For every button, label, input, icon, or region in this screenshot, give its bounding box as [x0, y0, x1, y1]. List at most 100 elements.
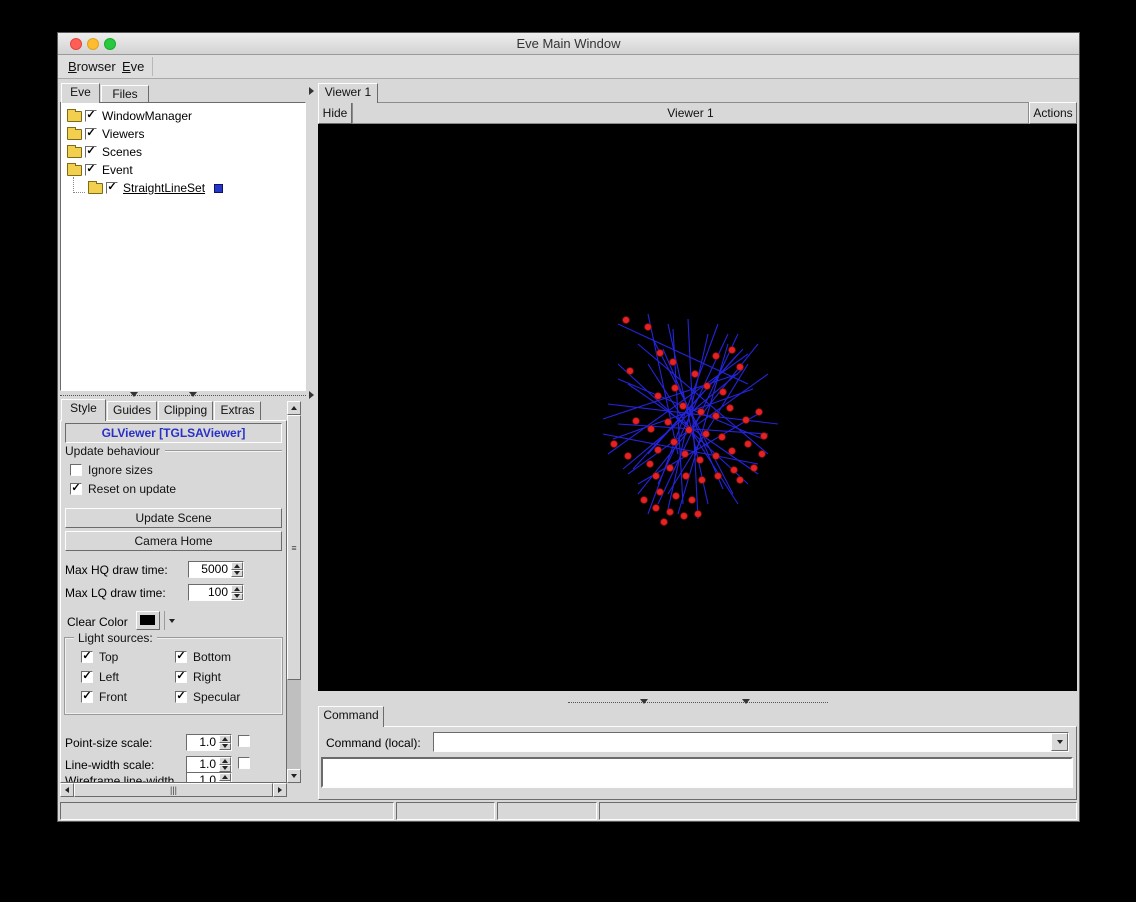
line-width-checkbox[interactable] [238, 757, 250, 769]
folder-icon [67, 147, 82, 158]
tree-item-event[interactable]: ✓ Event [61, 161, 305, 179]
splitter-collapse-icon[interactable] [309, 87, 314, 95]
tab-clipping[interactable]: Clipping [158, 401, 213, 420]
point-size-checkbox[interactable] [238, 735, 250, 747]
tree-checkbox[interactable]: ✓ [85, 164, 97, 176]
spin-down-icon[interactable] [219, 743, 231, 751]
spin-down-icon[interactable] [231, 593, 243, 601]
tree-checkbox[interactable]: ✓ [106, 182, 118, 194]
reset-on-update-checkbox[interactable]: ✓ [70, 483, 82, 495]
tree-item-label[interactable]: Viewers [100, 127, 144, 141]
tree-item-label[interactable]: StraightLineSet [121, 181, 205, 195]
line-width-spinner[interactable]: 1.0 [186, 756, 232, 773]
update-scene-button[interactable]: Update Scene [65, 508, 282, 528]
minimize-button[interactable] [87, 38, 99, 50]
tree-item-straightlineset[interactable]: ✓ StraightLineSet [61, 179, 305, 197]
light-specular-checkbox[interactable]: ✓ [175, 691, 187, 703]
hscrollbar-thumb[interactable]: ||| [74, 783, 273, 797]
tab-extras[interactable]: Extras [214, 401, 261, 420]
tree-item-scenes[interactable]: ✓ Scenes [61, 143, 305, 161]
tree-checkbox[interactable]: ✓ [85, 128, 97, 140]
spin-up-icon[interactable] [231, 585, 243, 593]
spin-down-icon[interactable] [231, 570, 243, 578]
command-output[interactable] [321, 757, 1073, 788]
scrollbar-grip: ≡ [291, 543, 296, 553]
scroll-right-icon[interactable] [273, 783, 287, 797]
wireframe-label: Wireframe line-width [65, 774, 174, 783]
spin-up-icon[interactable] [231, 562, 243, 570]
right-splitter[interactable] [318, 698, 1077, 706]
vscrollbar-thumb[interactable]: ≡ [287, 415, 301, 680]
point-size-label: Point-size scale: [65, 736, 152, 750]
style-hscrollbar[interactable]: ||| [60, 783, 287, 797]
tree-item-label[interactable]: Event [100, 163, 133, 177]
tree-connector [73, 177, 85, 193]
menu-eve[interactable]: Eve [114, 55, 152, 78]
glviewer-title: GLViewer [TGLSAViewer] [65, 423, 282, 443]
tree-item-windowmanager[interactable]: ✓ WindowManager [61, 107, 305, 125]
viewer-actions-button[interactable]: Actions [1029, 102, 1077, 124]
tab-style[interactable]: Style [61, 399, 106, 421]
tree-item-label[interactable]: WindowManager [100, 109, 192, 123]
tree-item-viewers[interactable]: ✓ Viewers [61, 125, 305, 143]
folder-icon [67, 129, 82, 140]
splitter-collapse-icon[interactable] [309, 391, 314, 399]
clear-color-swatch[interactable] [136, 611, 160, 630]
wireframe-spinner[interactable]: 1.0 [186, 772, 232, 783]
tab-command[interactable]: Command [318, 706, 384, 727]
splitter-collapse-icon[interactable] [640, 699, 648, 704]
splitter-collapse-icon[interactable] [130, 392, 138, 397]
folder-icon [67, 111, 82, 122]
main-splitter[interactable] [306, 79, 318, 797]
spin-up-icon[interactable] [219, 757, 231, 765]
scene-tree[interactable]: ✓ WindowManager ✓ Viewers ✓ Scenes ✓ Eve… [60, 102, 306, 391]
light-bottom-checkbox[interactable]: ✓ [175, 651, 187, 663]
light-sources-group: Light sources: ✓ Top ✓ Bottom ✓ Left ✓ R… [64, 637, 283, 715]
reset-on-update-row: ✓ Reset on update [70, 482, 176, 496]
light-sources-title: Light sources: [74, 631, 157, 645]
status-segment [599, 802, 1077, 820]
folder-icon [88, 183, 103, 194]
spin-up-icon[interactable] [219, 773, 231, 781]
ignore-sizes-checkbox[interactable] [70, 464, 82, 476]
scroll-left-icon[interactable] [60, 783, 74, 797]
chevron-down-icon [169, 619, 175, 623]
light-front-checkbox[interactable]: ✓ [81, 691, 93, 703]
point-size-spinner[interactable]: 1.0 [186, 734, 232, 751]
tab-files[interactable]: Files [101, 85, 149, 103]
close-button[interactable] [70, 38, 82, 50]
window-title: Eve Main Window [516, 36, 620, 51]
light-left-checkbox[interactable]: ✓ [81, 671, 93, 683]
scroll-up-icon[interactable] [287, 401, 301, 415]
spin-up-icon[interactable] [219, 735, 231, 743]
command-input[interactable] [434, 733, 1051, 751]
update-behaviour-header: Update behaviour [65, 444, 282, 458]
tree-checkbox[interactable]: ✓ [85, 146, 97, 158]
tree-item-label[interactable]: Scenes [100, 145, 142, 159]
tab-viewer1[interactable]: Viewer 1 [318, 83, 378, 103]
tab-eve[interactable]: Eve [61, 83, 100, 103]
splitter-collapse-icon[interactable] [189, 392, 197, 397]
left-splitter[interactable] [60, 391, 306, 399]
max-lq-spinner[interactable]: 100 [188, 584, 244, 601]
viewer-title-bar[interactable]: Viewer 1 [352, 102, 1029, 124]
command-combobox[interactable] [433, 732, 1069, 752]
max-hq-spinner[interactable]: 5000 [188, 561, 244, 578]
camera-home-button[interactable]: Camera Home [65, 531, 282, 551]
spin-down-icon[interactable] [219, 765, 231, 773]
title-bar[interactable]: Eve Main Window [58, 33, 1079, 55]
light-specular-row: ✓ Specular [175, 690, 240, 704]
viewer-hide-button[interactable]: Hide [318, 102, 352, 124]
light-right-checkbox[interactable]: ✓ [175, 671, 187, 683]
gl-viewport[interactable] [318, 124, 1077, 691]
scroll-down-icon[interactable] [287, 769, 301, 783]
zoom-button[interactable] [104, 38, 116, 50]
style-vscrollbar[interactable]: ≡ [287, 401, 301, 783]
status-segment [60, 802, 394, 820]
splitter-collapse-icon[interactable] [742, 699, 750, 704]
tree-checkbox[interactable]: ✓ [85, 110, 97, 122]
clear-color-dropdown[interactable] [164, 611, 178, 630]
light-top-checkbox[interactable]: ✓ [81, 651, 93, 663]
combo-dropdown-button[interactable] [1051, 733, 1068, 751]
tab-guides[interactable]: Guides [107, 401, 157, 420]
